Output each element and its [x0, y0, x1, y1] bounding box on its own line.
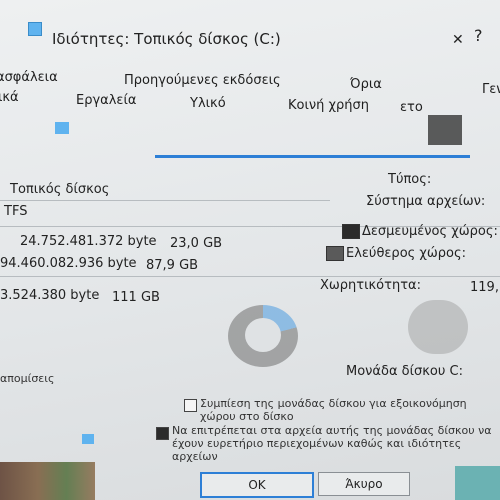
free-space-label: Ελεύθερος χώρος:	[346, 246, 467, 261]
divider-capacity	[0, 276, 500, 277]
free-space-swatch	[326, 246, 344, 261]
disk-graphic	[408, 300, 468, 354]
free-space-size: 87,9 GB	[146, 258, 199, 273]
compress-checkbox[interactable]	[184, 399, 197, 412]
drive-icon	[28, 22, 42, 36]
compress-label: Συμπίεση της μονάδας δίσκου για εξοικονό…	[200, 397, 467, 423]
used-space-swatch	[342, 224, 360, 239]
cancel-button[interactable]: Άκυρο	[318, 472, 410, 496]
windows-logo-icon	[428, 115, 462, 145]
used-space-bytes: 24.752.481.372 byte	[20, 234, 157, 249]
index-checkbox[interactable]	[156, 427, 169, 440]
tab-previous-versions[interactable]: Προηγούμενες εκδόσεις	[124, 73, 281, 88]
capacity-gb-right: 119,3	[470, 280, 500, 295]
tab-general-fragment[interactable]: ικά	[0, 90, 19, 105]
properties-window: Ιδιότητες: Τοπικός δίσκος (C:) ✕ ? ασφάλ…	[0, 0, 500, 500]
disk-caption: Μονάδα δίσκου C:	[346, 364, 463, 379]
tab-security[interactable]: ασφάλεια	[0, 70, 58, 85]
type-label: Τύπος:	[388, 172, 432, 187]
filesystem-value: TFS	[4, 204, 28, 219]
divider-top	[0, 200, 330, 201]
drive-large-icon	[55, 122, 69, 134]
capacity-label: Χωρητικότητα:	[320, 278, 421, 293]
used-space-label: Δεσμευμένος χώρος:	[362, 224, 498, 239]
tab-general-edge[interactable]: Γενικά	[482, 82, 500, 97]
close-button[interactable]: ✕	[452, 32, 464, 48]
capacity-bytes: 3.524.380 byte	[0, 288, 100, 303]
tab-other[interactable]: ετο	[400, 100, 423, 115]
background-teal-fragment	[455, 466, 500, 500]
ok-button[interactable]: OK	[200, 472, 314, 498]
free-space-bytes: 94.460.082.936 byte	[0, 256, 137, 271]
filesystem-label: Σύστημα αρχείων:	[366, 194, 486, 209]
used-space-size: 23,0 GB	[170, 236, 223, 251]
capacity-size: 111 GB	[112, 290, 160, 305]
info-icon	[82, 434, 94, 444]
background-photo-fragment	[0, 462, 95, 500]
index-label: Να επιτρέπεται στα αρχεία αυτής της μονά…	[172, 424, 492, 463]
usage-pie-hole	[245, 318, 281, 352]
disk-label-value[interactable]: Τοπικός δίσκος	[10, 182, 109, 197]
active-tab-indicator	[155, 155, 470, 158]
tab-quota[interactable]: Όρια	[350, 77, 382, 92]
cleanup-label[interactable]: απομίσεις	[0, 372, 54, 385]
help-button[interactable]: ?	[474, 26, 483, 45]
tab-sharing[interactable]: Κοινή χρήση	[288, 98, 369, 113]
window-title: Ιδιότητες: Τοπικός δίσκος (C:)	[52, 30, 281, 48]
tab-tools[interactable]: Εργαλεία	[76, 93, 136, 108]
tab-hardware[interactable]: Υλικό	[190, 96, 226, 111]
